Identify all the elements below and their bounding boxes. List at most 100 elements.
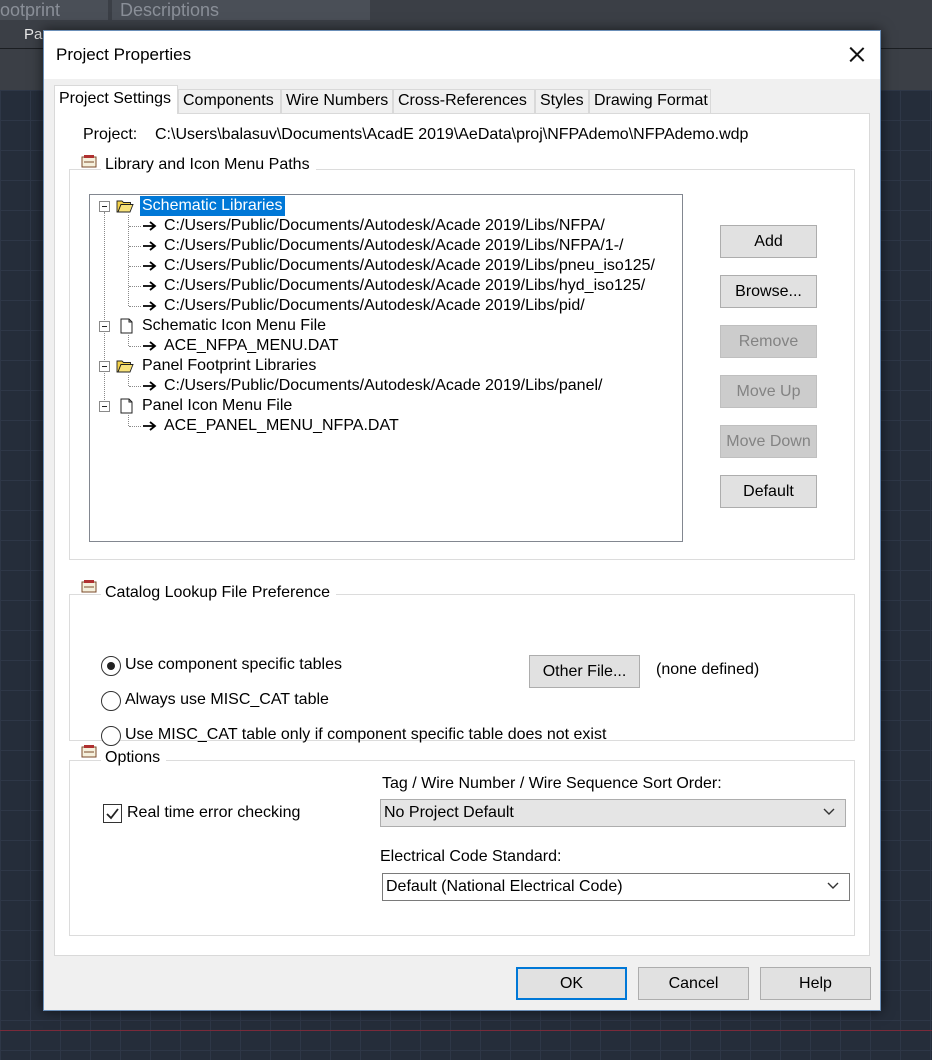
- radio-always-misc-cat[interactable]: [101, 691, 121, 711]
- library-group-title: Library and Icon Menu Paths: [101, 156, 316, 174]
- tree-connector: [129, 346, 141, 347]
- remove-button[interactable]: Remove: [720, 325, 817, 358]
- settings-folder-icon: [81, 155, 97, 168]
- chevron-down-icon: [823, 808, 835, 815]
- project-settings-panel: Project: C:\Users\balasuv\Documents\Acad…: [54, 113, 870, 956]
- tree-leaf[interactable]: C:/Users/Public/Documents/Autodesk/Acade…: [90, 376, 682, 396]
- tree-node-schematic-libraries[interactable]: Schematic Libraries: [90, 196, 682, 216]
- help-button[interactable]: Help: [760, 967, 871, 1000]
- radio-label[interactable]: Use MISC_CAT table only if component spe…: [125, 726, 606, 744]
- radio-label[interactable]: Always use MISC_CAT table: [125, 691, 329, 709]
- tree-label[interactable]: ACE_PANEL_MENU_NFPA.DAT: [162, 416, 401, 436]
- other-file-button[interactable]: Other File...: [529, 655, 640, 688]
- tree-connector: [129, 386, 141, 387]
- tree-node-panel-footprint-libraries[interactable]: Panel Footprint Libraries: [90, 356, 682, 376]
- tree-label[interactable]: C:/Users/Public/Documents/Autodesk/Acade…: [162, 216, 607, 236]
- background-tab-footprint: ootprint: [0, 0, 108, 20]
- background-palette-label: Pa: [24, 26, 43, 43]
- close-icon[interactable]: [840, 39, 874, 69]
- tree-label[interactable]: C:/Users/Public/Documents/Autodesk/Acade…: [162, 256, 657, 276]
- project-label: Project:: [83, 126, 138, 143]
- add-button[interactable]: Add: [720, 225, 817, 258]
- background-red-gridline: [0, 1030, 932, 1031]
- tree-label[interactable]: Schematic Libraries: [140, 196, 285, 216]
- tree-connector: [129, 306, 141, 307]
- background-tab-descriptions: Descriptions: [112, 0, 370, 20]
- sort-order-select[interactable]: No Project Default: [380, 799, 846, 827]
- tree-label[interactable]: Schematic Icon Menu File: [140, 316, 328, 336]
- tree-leaf[interactable]: C:/Users/Public/Documents/Autodesk/Acade…: [90, 216, 682, 236]
- sort-order-value: No Project Default: [384, 804, 514, 821]
- tree-connector: [129, 266, 141, 267]
- collapse-icon[interactable]: [99, 201, 110, 212]
- radio-label[interactable]: Use component specific tables: [125, 656, 342, 674]
- settings-folder-icon: [81, 580, 97, 593]
- tree-label[interactable]: C:/Users/Public/Documents/Autodesk/Acade…: [162, 276, 647, 296]
- realtime-error-checkbox[interactable]: [103, 804, 122, 823]
- document-icon: [120, 398, 133, 414]
- radio-component-specific[interactable]: [101, 656, 121, 676]
- project-path: C:\Users\balasuv\Documents\AcadE 2019\Ae…: [155, 126, 749, 143]
- cancel-button[interactable]: Cancel: [638, 967, 749, 1000]
- right-arrow-icon: [143, 281, 157, 291]
- code-standard-select[interactable]: Default (National Electrical Code): [382, 873, 850, 901]
- right-arrow-icon: [143, 341, 157, 351]
- tree-leaf[interactable]: C:/Users/Public/Documents/Autodesk/Acade…: [90, 256, 682, 276]
- code-standard-value: Default (National Electrical Code): [386, 878, 623, 895]
- move-down-button[interactable]: Move Down: [720, 425, 817, 458]
- code-standard-label: Electrical Code Standard:: [380, 848, 562, 865]
- tree-leaf[interactable]: ACE_NFPA_MENU.DAT: [90, 336, 682, 356]
- tab-cross-references[interactable]: Cross-References: [393, 89, 535, 113]
- tree-connector: [129, 426, 141, 427]
- tree-label[interactable]: Panel Footprint Libraries: [140, 356, 318, 376]
- tree-label[interactable]: C:/Users/Public/Documents/Autodesk/Acade…: [162, 236, 625, 256]
- project-properties-dialog: Project Properties Project Settings Comp…: [43, 30, 881, 1011]
- tab-components[interactable]: Components: [178, 89, 281, 113]
- tab-wire-numbers[interactable]: Wire Numbers: [281, 89, 393, 113]
- document-icon: [120, 318, 133, 334]
- options-group-title: Options: [101, 749, 167, 767]
- right-arrow-icon: [143, 301, 157, 311]
- right-arrow-icon: [143, 421, 157, 431]
- right-arrow-icon: [143, 381, 157, 391]
- tree-label[interactable]: Panel Icon Menu File: [140, 396, 294, 416]
- tree-connector: [129, 226, 141, 227]
- realtime-error-label[interactable]: Real time error checking: [127, 804, 300, 822]
- other-file-status: (none defined): [656, 661, 760, 678]
- browse-button[interactable]: Browse...: [720, 275, 817, 308]
- catalog-group-title: Catalog Lookup File Preference: [101, 584, 337, 602]
- ok-button[interactable]: OK: [516, 967, 627, 1000]
- collapse-icon[interactable]: [99, 361, 110, 372]
- tree-leaf[interactable]: C:/Users/Public/Documents/Autodesk/Acade…: [90, 296, 682, 316]
- tree-leaf[interactable]: ACE_PANEL_MENU_NFPA.DAT: [90, 416, 682, 436]
- default-button[interactable]: Default: [720, 475, 817, 508]
- tab-styles[interactable]: Styles: [535, 89, 589, 113]
- checkmark-icon: [106, 808, 119, 820]
- tree-leaf[interactable]: C:/Users/Public/Documents/Autodesk/Acade…: [90, 276, 682, 296]
- tree-connector: [129, 246, 141, 247]
- open-folder-icon: [116, 200, 134, 213]
- settings-folder-icon: [81, 745, 97, 758]
- tab-drawing-format[interactable]: Drawing Format: [589, 89, 711, 113]
- tree-node-panel-icon-menu-file[interactable]: Panel Icon Menu File: [90, 396, 682, 416]
- tree-label[interactable]: C:/Users/Public/Documents/Autodesk/Acade…: [162, 376, 604, 396]
- tree-label[interactable]: ACE_NFPA_MENU.DAT: [162, 336, 341, 356]
- radio-misc-cat-fallback[interactable]: [101, 726, 121, 746]
- tree-leaf[interactable]: C:/Users/Public/Documents/Autodesk/Acade…: [90, 236, 682, 256]
- collapse-icon[interactable]: [99, 401, 110, 412]
- right-arrow-icon: [143, 221, 157, 231]
- tab-project-settings[interactable]: Project Settings: [54, 85, 178, 114]
- tree-node-schematic-icon-menu-file[interactable]: Schematic Icon Menu File: [90, 316, 682, 336]
- right-arrow-icon: [143, 261, 157, 271]
- dialog-titlebar: Project Properties: [44, 31, 880, 79]
- dialog-title: Project Properties: [56, 45, 192, 64]
- open-folder-icon: [116, 360, 134, 373]
- tree-connector: [129, 286, 141, 287]
- right-arrow-icon: [143, 241, 157, 251]
- collapse-icon[interactable]: [99, 321, 110, 332]
- library-tree[interactable]: Schematic Libraries C:/Users/Public/Docu…: [89, 194, 683, 542]
- move-up-button[interactable]: Move Up: [720, 375, 817, 408]
- tree-label[interactable]: C:/Users/Public/Documents/Autodesk/Acade…: [162, 296, 587, 316]
- chevron-down-icon: [827, 882, 839, 889]
- sort-order-label: Tag / Wire Number / Wire Sequence Sort O…: [382, 775, 722, 792]
